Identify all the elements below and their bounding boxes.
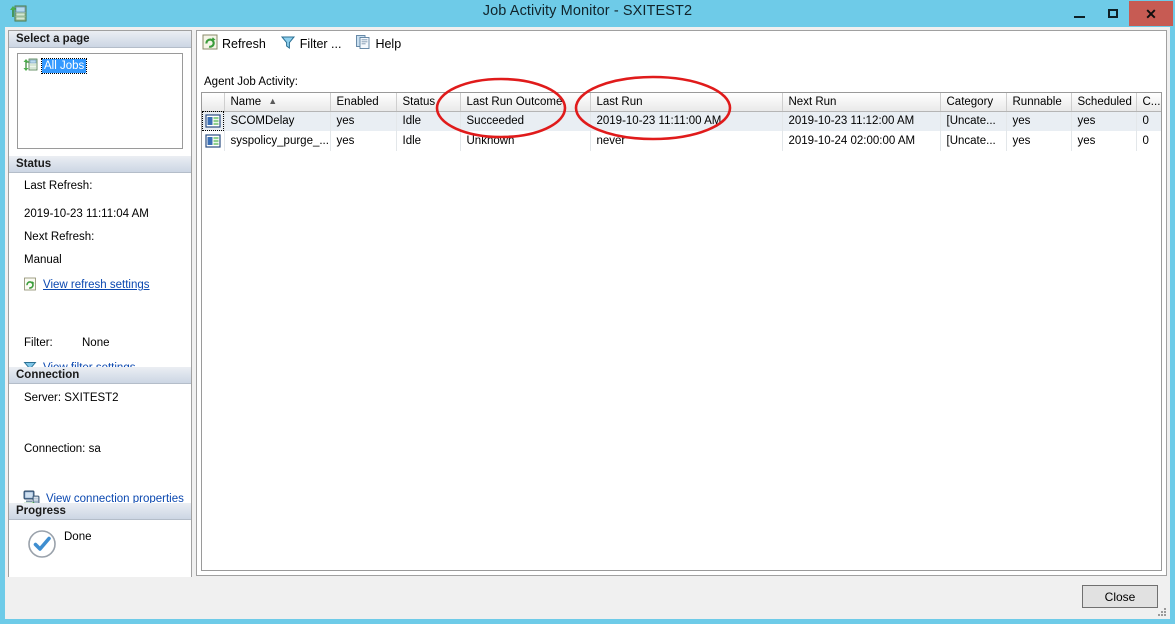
column-header-runnable[interactable]: Runnable <box>1006 93 1072 112</box>
progress-done-check-icon <box>27 529 57 562</box>
last-refresh-value: 2019-10-23 11:11:04 AM <box>24 208 149 220</box>
cell-category: [Uncate... <box>940 131 1007 151</box>
cell-scheduled: yes <box>1071 111 1137 131</box>
cell-c: 0 <box>1136 111 1161 131</box>
agent-job-activity-grid[interactable]: Name ▲ Enabled Status Last Run Outcome Last R… <box>201 92 1162 571</box>
cell-category: [Uncate... <box>940 111 1007 131</box>
column-header-next-run[interactable]: Next Run <box>782 93 941 112</box>
connection-user-line: Connection: sa <box>24 443 101 455</box>
close-window-button[interactable]: ✕ <box>1129 1 1173 26</box>
job-icon <box>202 131 225 151</box>
connection-server-line: Server: SXITEST2 <box>24 392 119 404</box>
cell-runnable: yes <box>1006 111 1072 131</box>
connection-section-header: Connection <box>9 367 191 384</box>
cell-enabled: yes <box>330 131 397 151</box>
next-refresh-value: Manual <box>24 254 62 266</box>
grid-caption: Agent Job Activity: <box>204 76 298 88</box>
right-panel: Refresh Filter ... Help Agent Job Activi… <box>196 30 1167 576</box>
column-header-last-run[interactable]: Last Run <box>590 93 783 112</box>
left-panel: Select a page All Jobs Status Last Refre… <box>8 30 192 606</box>
cell-name: SCOMDelay <box>224 111 331 131</box>
refresh-button[interactable]: Refresh <box>202 34 266 54</box>
cell-last-run-outcome: Succeeded <box>460 111 591 131</box>
view-refresh-settings-link[interactable]: View refresh settings <box>43 279 150 291</box>
toolbar: Refresh Filter ... Help <box>197 31 1166 56</box>
tree-item-all-jobs[interactable]: All Jobs <box>23 58 88 75</box>
help-button[interactable]: Help <box>355 34 401 54</box>
sort-ascending-icon: ▲ <box>268 95 278 106</box>
close-icon: ✕ <box>1145 5 1157 22</box>
column-header-c[interactable]: C... <box>1136 93 1161 112</box>
help-label: Help <box>375 36 402 51</box>
table-header-row: Name ▲ Enabled Status Last Run Outcome Last R… <box>202 93 1161 112</box>
column-header-last-run-outcome[interactable]: Last Run Outcome <box>460 93 591 112</box>
table-row[interactable]: SCOMDelay yes Idle Succeeded 2019-10-23 11:1… <box>202 111 1161 131</box>
cell-enabled: yes <box>330 111 397 131</box>
cell-last-run-outcome: Unknown <box>460 131 591 151</box>
filter-value: None <box>82 337 110 349</box>
last-refresh-label: Last Refresh: <box>24 180 93 192</box>
filter-label: Filter: <box>24 337 53 349</box>
next-refresh-label: Next Refresh: <box>24 231 95 243</box>
filter-button[interactable]: Filter ... <box>280 34 342 54</box>
refresh-icon <box>202 34 218 53</box>
status-section-header: Status <box>9 156 191 173</box>
cell-last-run: 2019-10-23 11:11:00 AM <box>590 111 783 131</box>
progress-state: Done <box>64 531 92 543</box>
cell-next-run: 2019-10-23 11:12:00 AM <box>782 111 941 131</box>
column-header-category[interactable]: Category <box>940 93 1007 112</box>
progress-section-header: Progress <box>9 503 191 520</box>
column-header-name[interactable]: Name ▲ <box>224 93 331 112</box>
titlebar: Job Activity Monitor - SXITEST2 ✕ <box>0 0 1175 27</box>
refresh-settings-icon <box>23 277 37 294</box>
close-button[interactable]: Close <box>1082 585 1158 608</box>
filter-funnel-icon <box>280 34 296 53</box>
cell-c: 0 <box>1136 131 1161 151</box>
table-row[interactable]: syspolicy_purge_... yes Idle Unknown never 20… <box>202 131 1161 151</box>
column-header-enabled[interactable]: Enabled <box>330 93 397 112</box>
column-header-icon[interactable] <box>202 93 225 112</box>
refresh-label: Refresh <box>222 36 266 51</box>
view-refresh-settings-link-row[interactable]: View refresh settings <box>23 277 150 293</box>
cell-runnable: yes <box>1006 131 1072 151</box>
client-area: Select a page All Jobs Status Last Refre… <box>5 27 1170 619</box>
job-icon <box>202 111 225 131</box>
cell-next-run: 2019-10-24 02:00:00 AM <box>782 131 941 151</box>
resize-grip[interactable] <box>1155 605 1167 617</box>
window-title: Job Activity Monitor - SXITEST2 <box>482 3 693 19</box>
cell-status: Idle <box>396 131 461 151</box>
minimize-icon <box>1074 15 1085 18</box>
maximize-button[interactable] <box>1096 1 1129 26</box>
window-controls: ✕ <box>1063 1 1173 26</box>
all-jobs-icon <box>23 58 38 75</box>
tree-item-label: All Jobs <box>40 58 88 74</box>
minimize-button[interactable] <box>1063 1 1096 26</box>
help-icon <box>355 34 371 53</box>
filter-label: Filter ... <box>299 36 342 51</box>
cell-scheduled: yes <box>1071 131 1137 151</box>
cell-last-run: never <box>590 131 783 151</box>
cell-status: Idle <box>396 111 461 131</box>
job-activity-monitor-window: Job Activity Monitor - SXITEST2 ✕ Select… <box>0 0 1175 624</box>
column-header-scheduled[interactable]: Scheduled <box>1071 93 1137 112</box>
cell-name: syspolicy_purge_... <box>224 131 331 151</box>
maximize-icon <box>1107 9 1118 18</box>
footer-bar: Close <box>5 577 1170 619</box>
column-header-status[interactable]: Status <box>396 93 461 112</box>
job-table: Name ▲ Enabled Status Last Run Outcome Last R… <box>202 93 1161 151</box>
page-tree[interactable]: All Jobs <box>17 53 183 149</box>
select-a-page-header: Select a page <box>9 31 191 48</box>
